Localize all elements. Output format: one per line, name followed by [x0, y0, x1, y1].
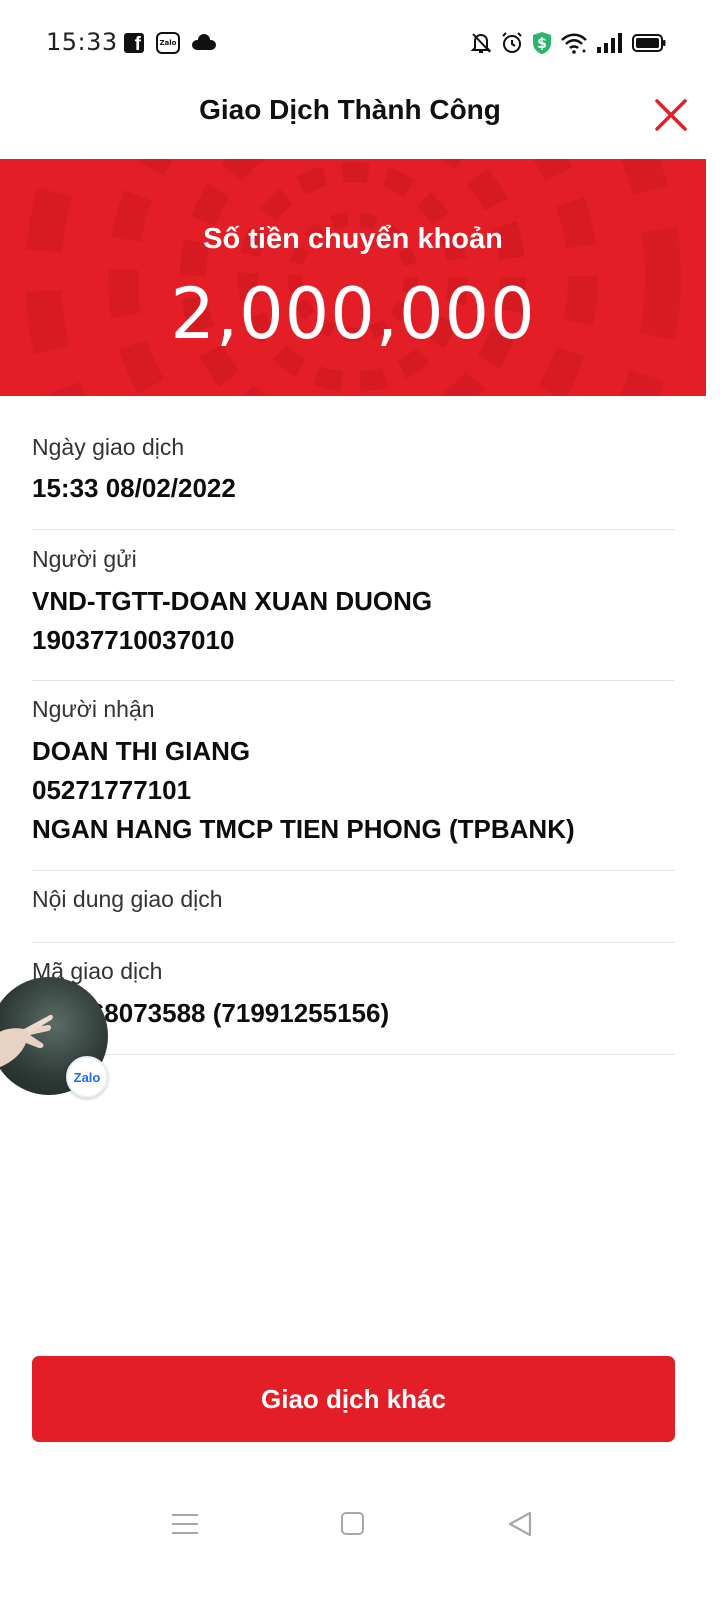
zalo-badge[interactable]: Zalo	[66, 1056, 108, 1098]
other-transaction-label: Giao dịch khác	[261, 1383, 446, 1414]
svg-text:$: $	[537, 36, 547, 52]
receiver-value: DOAN THI GIANG 05271777101 NGAN HANG TMC…	[32, 732, 675, 849]
detail-row-receiver: Người nhận DOAN THI GIANG 05271777101 NG…	[32, 681, 675, 871]
zalo-icon-label: Zalo	[159, 39, 177, 47]
transaction-code-label: Mã giao dịch	[32, 958, 163, 984]
zalo-badge-label: Zalo	[73, 1069, 101, 1085]
zalo-icon: Zalo	[156, 32, 180, 54]
header: Giao Dịch Thành Công	[0, 86, 720, 158]
content-label: Nội dung giao dịch	[32, 886, 223, 912]
sender-value: VND-TGTT-DOAN XUAN DUONG 19037710037010	[32, 582, 675, 660]
amount-value: 2,000,000	[170, 273, 536, 355]
battery-icon	[632, 34, 666, 52]
receiver-name: DOAN THI GIANG	[32, 736, 251, 766]
detail-row-sender: Người gửi VND-TGTT-DOAN XUAN DUONG 19037…	[32, 530, 675, 681]
bubble-avatar-image	[0, 1014, 53, 1068]
receiver-bank: NGAN HANG TMCP TIEN PHONG (TPBANK)	[32, 814, 575, 844]
sender-name: VND-TGTT-DOAN XUAN DUONG	[32, 586, 433, 616]
alarm-icon	[502, 32, 522, 53]
back-icon[interactable]	[506, 1510, 534, 1538]
facebook-icon	[124, 33, 144, 56]
detail-row-date: Ngày giao dịch 15:33 08/02/2022	[32, 396, 675, 530]
date-label: Ngày giao dịch	[32, 434, 185, 460]
amount-label: Số tiền chuyển khoản	[203, 223, 503, 255]
status-time: 15:33	[46, 28, 118, 56]
transaction-details: Ngày giao dịch 15:33 08/02/2022 Người gử…	[32, 396, 675, 1055]
receiver-account: 05271777101	[32, 775, 192, 805]
menu-icon[interactable]	[172, 1512, 198, 1536]
other-transaction-button[interactable]: Giao dịch khác	[32, 1356, 675, 1442]
bell-off-icon	[470, 33, 492, 53]
wifi-icon	[561, 33, 587, 54]
sender-account: 19037710037010	[32, 625, 235, 655]
detail-row-content: Nội dung giao dịch	[32, 871, 675, 943]
date-value-text: 15:33 08/02/2022	[32, 473, 236, 503]
amount-banner: Số tiền chuyển khoản 2,000,000	[0, 159, 706, 396]
status-bar: 15:33 Zalo $	[0, 0, 720, 86]
home-icon[interactable]	[341, 1512, 364, 1535]
detail-row-transaction-code: Mã giao dịch 039468073588 (71991255156)	[32, 943, 675, 1055]
receiver-label: Người nhận	[32, 696, 155, 722]
shield-dollar-icon: $	[533, 32, 551, 54]
date-value: 15:33 08/02/2022	[32, 469, 675, 508]
transaction-code-value: 039468073588 (71991255156)	[32, 994, 675, 1033]
close-icon[interactable]	[654, 98, 688, 132]
signal-icon	[597, 33, 622, 53]
page-title: Giao Dịch Thành Công	[199, 94, 501, 125]
system-navbar	[0, 1490, 720, 1560]
sender-label: Người gửi	[32, 546, 137, 572]
transaction-code-text: 039468073588 (71991255156)	[32, 998, 390, 1028]
cloud-icon	[192, 34, 216, 50]
